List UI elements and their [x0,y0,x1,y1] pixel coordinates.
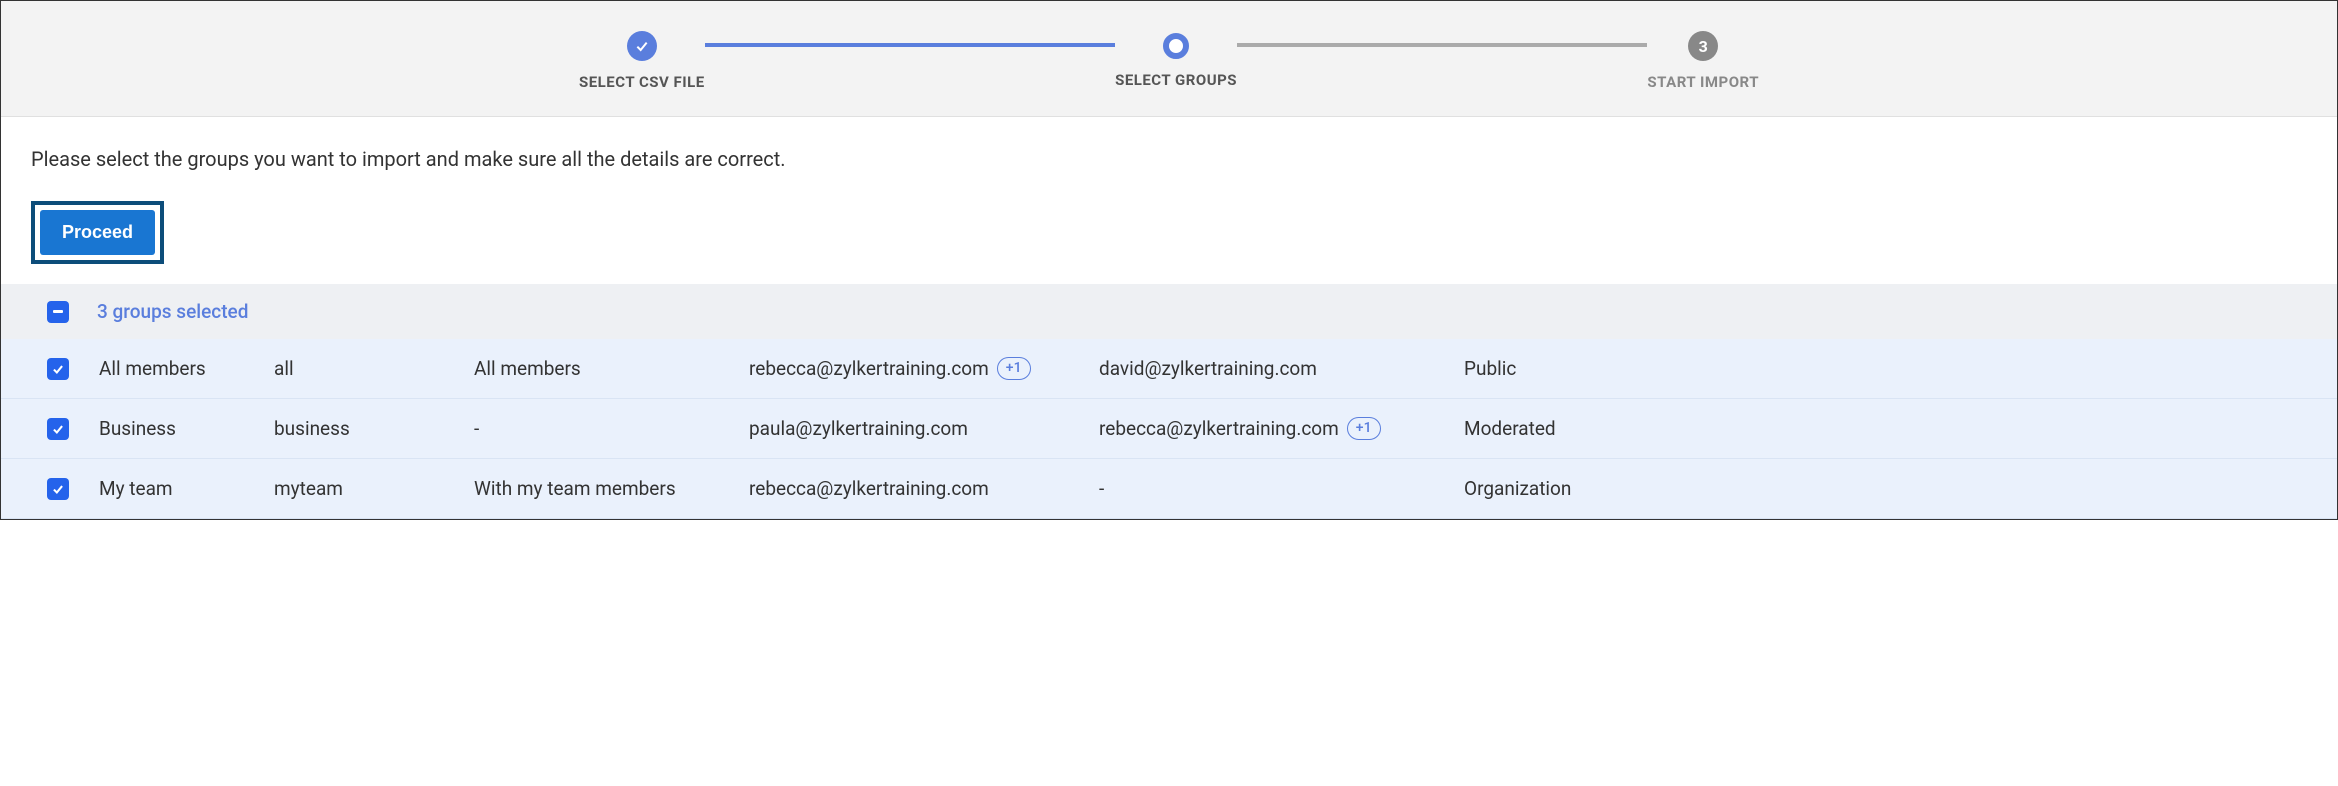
group-owner-email: rebecca@zylkertraining.com+1 [749,357,1079,380]
group-alias: business [274,417,454,440]
stepper: SELECT CSV FILE SELECT GROUPS 3 START IM… [579,31,1759,91]
group-desc: All members [474,357,729,380]
group-desc: - [474,417,729,440]
group-name: All members [99,357,254,380]
step-label: SELECT GROUPS [1115,71,1237,89]
group-name: My team [99,477,254,500]
table-row: Business business - paula@zylkertraining… [1,399,2337,459]
group-owner-email: rebecca@zylkertraining.com [749,477,1079,500]
step-line [1237,43,1647,47]
step-2: SELECT GROUPS [1115,33,1237,89]
table-row: All members all All members rebecca@zylk… [1,339,2337,399]
group-type: Moderated [1464,417,2317,440]
import-wizard: SELECT CSV FILE SELECT GROUPS 3 START IM… [0,0,2338,520]
step-label: SELECT CSV FILE [579,73,705,91]
group-member-email: david@zylkertraining.com [1099,357,1444,380]
step-3: 3 START IMPORT [1647,31,1759,91]
stepper-bar: SELECT CSV FILE SELECT GROUPS 3 START IM… [1,1,2337,117]
step-label: START IMPORT [1647,73,1759,91]
proceed-button[interactable]: Proceed [40,210,155,255]
more-badge[interactable]: +1 [1347,417,1381,439]
group-alias: all [274,357,454,380]
row-checkbox[interactable] [47,478,69,500]
group-member-email: - [1099,477,1444,500]
group-alias: myteam [274,477,454,500]
group-name: Business [99,417,254,440]
table-summary-row: 3 groups selected [1,284,2337,339]
group-type: Organization [1464,477,2317,500]
instruction-text: Please select the groups you want to imp… [31,147,2307,171]
pending-step-icon: 3 [1688,31,1718,61]
row-checkbox[interactable] [47,418,69,440]
proceed-highlight: Proceed [31,201,164,264]
selected-count-text: 3 groups selected [97,300,248,323]
group-type: Public [1464,357,2317,380]
check-icon [627,31,657,61]
active-step-icon [1163,33,1189,59]
more-badge[interactable]: +1 [997,357,1031,379]
group-owner-email: paula@zylkertraining.com [749,417,1079,440]
step-1: SELECT CSV FILE [579,31,705,91]
group-member-email: rebecca@zylkertraining.com+1 [1099,417,1444,440]
step-line [705,43,1115,47]
groups-table-body: All members all All members rebecca@zylk… [1,339,2337,519]
select-all-checkbox[interactable] [47,301,69,323]
group-desc: With my team members [474,477,729,500]
table-row: My team myteam With my team members rebe… [1,459,2337,519]
row-checkbox[interactable] [47,358,69,380]
content-area: Please select the groups you want to imp… [1,117,2337,284]
